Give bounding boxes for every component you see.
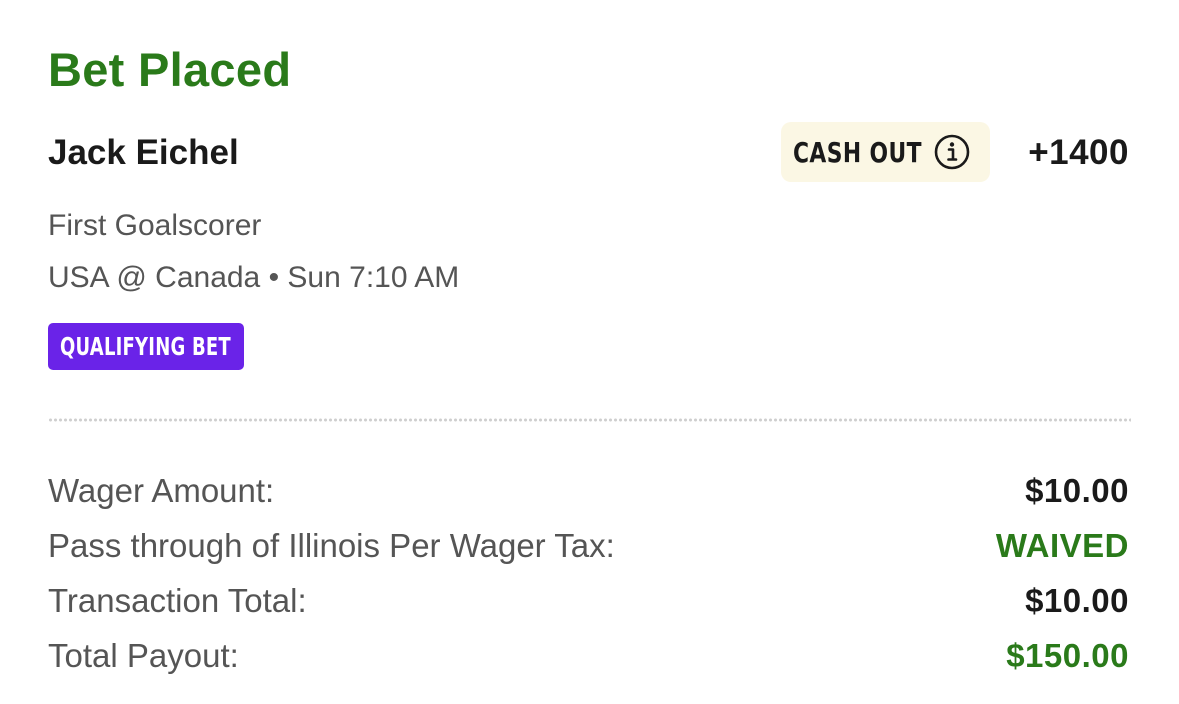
event-info: USA @ Canada • Sun 7:10 AM — [48, 261, 460, 294]
summary-row-total-payout: Total Payout: $150.00 — [48, 633, 1131, 679]
summary-value: $150.00 — [1006, 637, 1129, 674]
badge-label: QUALIFYING BET — [60, 332, 231, 361]
summary-row-wager: Wager Amount: $10.00 — [48, 468, 1131, 514]
summary-label: Pass through of Illinois Per Wager Tax: — [48, 527, 615, 564]
bet-slip-card: Bet Placed Jack Eichel CASH OUT +1400 Fi… — [0, 0, 1179, 704]
summary-label: Wager Amount: — [48, 472, 275, 509]
summary-row-transaction-total: Transaction Total: $10.00 — [48, 578, 1131, 624]
summary-row-tax: Pass through of Illinois Per Wager Tax: … — [48, 523, 1131, 569]
info-circle-icon[interactable] — [933, 133, 971, 171]
page-title: Bet Placed — [48, 43, 292, 96]
odds-value: +1400 — [1028, 133, 1129, 172]
player-name: Jack Eichel — [48, 133, 239, 172]
summary-label: Transaction Total: — [48, 582, 307, 619]
cash-out-button[interactable]: CASH OUT — [781, 122, 990, 182]
qualifying-bet-badge: QUALIFYING BET — [48, 323, 244, 370]
cash-out-label: CASH OUT — [793, 135, 922, 169]
summary-value: $10.00 — [1025, 472, 1129, 509]
summary-label: Total Payout: — [48, 637, 239, 674]
market-name: First Goalscorer — [48, 209, 262, 242]
dotted-divider — [48, 417, 1131, 423]
summary-value: $10.00 — [1025, 582, 1129, 619]
summary-value: WAIVED — [995, 527, 1129, 564]
